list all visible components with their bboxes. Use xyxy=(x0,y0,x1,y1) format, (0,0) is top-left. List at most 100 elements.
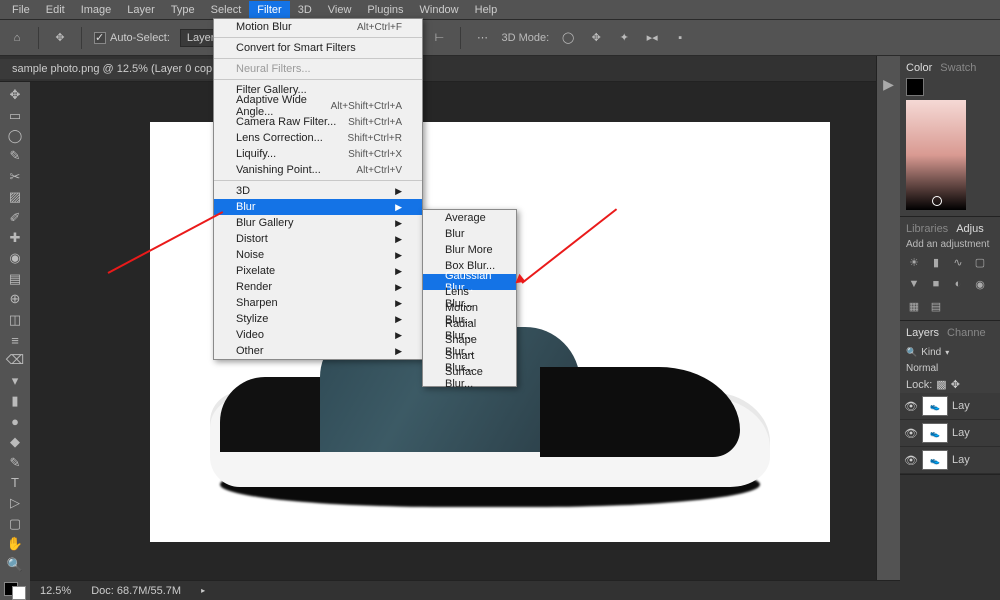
bw-icon[interactable]: ◐ xyxy=(950,276,966,292)
menuitem-surface-blur-[interactable]: Surface Blur... xyxy=(423,370,516,386)
layer-row[interactable]: 👁👟Lay xyxy=(900,393,1000,420)
blur-tool[interactable]: ⌫ xyxy=(3,351,27,369)
pen-tool[interactable]: ▮ xyxy=(3,392,27,410)
home-icon[interactable]: ⌂ xyxy=(8,29,26,47)
menuitem-lens-correction-[interactable]: Lens Correction...Shift+Ctrl+R xyxy=(214,130,422,146)
pan-icon[interactable]: ✥ xyxy=(587,29,605,47)
menu-window[interactable]: Window xyxy=(412,1,467,19)
slide-icon[interactable]: ▸◂ xyxy=(643,29,661,47)
adjustments-tab[interactable]: Adjus xyxy=(956,223,984,235)
move-tool-icon[interactable]: ✥ xyxy=(51,29,69,47)
menuitem-blur-more[interactable]: Blur More xyxy=(423,242,516,258)
marquee-tool[interactable]: ▭ xyxy=(3,106,27,124)
more2-tool[interactable]: 🔍 xyxy=(3,555,27,573)
edit-tool[interactable]: ▢ xyxy=(3,515,27,533)
menuitem-noise[interactable]: Noise▶ xyxy=(214,247,422,263)
eyedropper-tool[interactable]: ✐ xyxy=(3,208,27,226)
document-tab[interactable]: sample photo.png @ 12.5% (Layer 0 cop xyxy=(0,59,225,79)
menu-select[interactable]: Select xyxy=(203,1,250,19)
menuitem-blur[interactable]: Blur▶ xyxy=(214,199,422,215)
gradient-tool[interactable]: ≡ xyxy=(3,331,27,349)
layers-tab[interactable]: Layers xyxy=(906,327,939,339)
layer-thumb[interactable]: 👟 xyxy=(922,450,948,470)
play-icon[interactable]: ▶ xyxy=(883,76,894,93)
mixer-icon[interactable]: ▦ xyxy=(906,298,922,314)
menu-type[interactable]: Type xyxy=(163,1,203,19)
menu-image[interactable]: Image xyxy=(73,1,120,19)
vibrance-icon[interactable]: ▼ xyxy=(906,276,922,292)
more-icon[interactable]: ⋯ xyxy=(473,29,491,47)
heal-tool[interactable]: ✚ xyxy=(3,229,27,247)
menuitem-sharpen[interactable]: Sharpen▶ xyxy=(214,295,422,311)
layers-panel[interactable]: LayersChanne 🔍Kind▾ Normal Lock: ▩ ✥ 👁👟L… xyxy=(900,321,1000,475)
visibility-icon[interactable]: 👁 xyxy=(904,427,918,440)
menu-file[interactable]: File xyxy=(4,1,38,19)
layer-row[interactable]: 👁👟Lay xyxy=(900,420,1000,447)
visibility-icon[interactable]: 👁 xyxy=(904,454,918,467)
menuitem-adaptive-wide-angle-[interactable]: Adaptive Wide Angle...Alt+Shift+Ctrl+A xyxy=(214,98,422,114)
menuitem-pixelate[interactable]: Pixelate▶ xyxy=(214,263,422,279)
eraser-tool[interactable]: ◫ xyxy=(3,310,27,328)
roll-icon[interactable]: ▪ xyxy=(671,29,689,47)
lookup-icon[interactable]: ▤ xyxy=(928,298,944,314)
bg-color[interactable] xyxy=(12,586,26,600)
auto-select-checkbox[interactable]: Auto-Select: xyxy=(94,32,170,44)
rect-tool[interactable]: ✎ xyxy=(3,453,27,471)
hue-icon[interactable]: ■ xyxy=(928,276,944,292)
brush-tool[interactable]: ◉ xyxy=(3,249,27,267)
history-tool[interactable]: ⊕ xyxy=(3,290,27,308)
menuitem-blur[interactable]: Blur xyxy=(423,226,516,242)
filter-kind[interactable]: Kind xyxy=(921,347,941,358)
swatches-tab[interactable]: Swatch xyxy=(940,62,976,74)
color-tab[interactable]: Color xyxy=(906,62,932,74)
more1-tool[interactable]: ✋ xyxy=(3,535,27,553)
color-picker-gradient[interactable] xyxy=(906,100,966,210)
menu-edit[interactable]: Edit xyxy=(38,1,73,19)
curves-icon[interactable]: ∿ xyxy=(950,254,966,270)
menuitem-stylize[interactable]: Stylize▶ xyxy=(214,311,422,327)
levels-icon[interactable]: ▮ xyxy=(928,254,944,270)
collapsed-panel-strip[interactable]: ▶ xyxy=(876,56,900,600)
menuitem-liquify-[interactable]: Liquify...Shift+Ctrl+X xyxy=(214,146,422,162)
menuitem-motion-blur[interactable]: Motion BlurAlt+Ctrl+F xyxy=(214,19,422,35)
foreground-swatch[interactable] xyxy=(906,78,924,96)
libraries-panel[interactable]: LibrariesAdjus Add an adjustment ☀▮∿▢ ▼■… xyxy=(900,217,1000,321)
channels-tab[interactable]: Channe xyxy=(947,327,986,339)
libraries-tab[interactable]: Libraries xyxy=(906,223,948,235)
path-tool[interactable]: ◆ xyxy=(3,433,27,451)
menu-plugins[interactable]: Plugins xyxy=(359,1,411,19)
layer-thumb[interactable]: 👟 xyxy=(922,396,948,416)
dolly-icon[interactable]: ✦ xyxy=(615,29,633,47)
menuitem-distort[interactable]: Distort▶ xyxy=(214,231,422,247)
color-panel[interactable]: Color Swatch xyxy=(900,56,1000,217)
orbit-icon[interactable]: ◯ xyxy=(559,29,577,47)
zoom-level[interactable]: 12.5% xyxy=(40,585,71,597)
menu-view[interactable]: View xyxy=(320,1,360,19)
menuitem-3d[interactable]: 3D▶ xyxy=(214,183,422,199)
hand-tool[interactable]: T xyxy=(3,474,27,492)
menu-help[interactable]: Help xyxy=(467,1,506,19)
stamp-tool[interactable]: ▤ xyxy=(3,270,27,288)
menuitem-video[interactable]: Video▶ xyxy=(214,327,422,343)
dodge-tool[interactable]: ▾ xyxy=(3,372,27,390)
brightness-icon[interactable]: ☀ xyxy=(906,254,922,270)
align-left-icon[interactable]: ⊢ xyxy=(430,29,448,47)
blend-mode-dropdown[interactable]: Normal xyxy=(906,363,938,374)
menu-layer[interactable]: Layer xyxy=(119,1,163,19)
menuitem-camera-raw-filter-[interactable]: Camera Raw Filter...Shift+Ctrl+A xyxy=(214,114,422,130)
layer-row[interactable]: 👁👟Lay xyxy=(900,447,1000,474)
menuitem-blur-gallery[interactable]: Blur Gallery▶ xyxy=(214,215,422,231)
visibility-icon[interactable]: 👁 xyxy=(904,400,918,413)
menu-3d[interactable]: 3D xyxy=(290,1,320,19)
crop-tool[interactable]: ✂ xyxy=(3,168,27,186)
wand-tool[interactable]: ✎ xyxy=(3,147,27,165)
menuitem-convert-for-smart-filters[interactable]: Convert for Smart Filters xyxy=(214,40,422,56)
exposure-icon[interactable]: ▢ xyxy=(972,254,988,270)
menuitem-average[interactable]: Average xyxy=(423,210,516,226)
menuitem-render[interactable]: Render▶ xyxy=(214,279,422,295)
lasso-tool[interactable]: ◯ xyxy=(3,127,27,145)
move-tool[interactable]: ✥ xyxy=(3,86,27,104)
type-tool[interactable]: ● xyxy=(3,413,27,431)
lock-pixels-icon[interactable]: ▩ xyxy=(936,378,946,391)
menuitem-other[interactable]: Other▶ xyxy=(214,343,422,359)
